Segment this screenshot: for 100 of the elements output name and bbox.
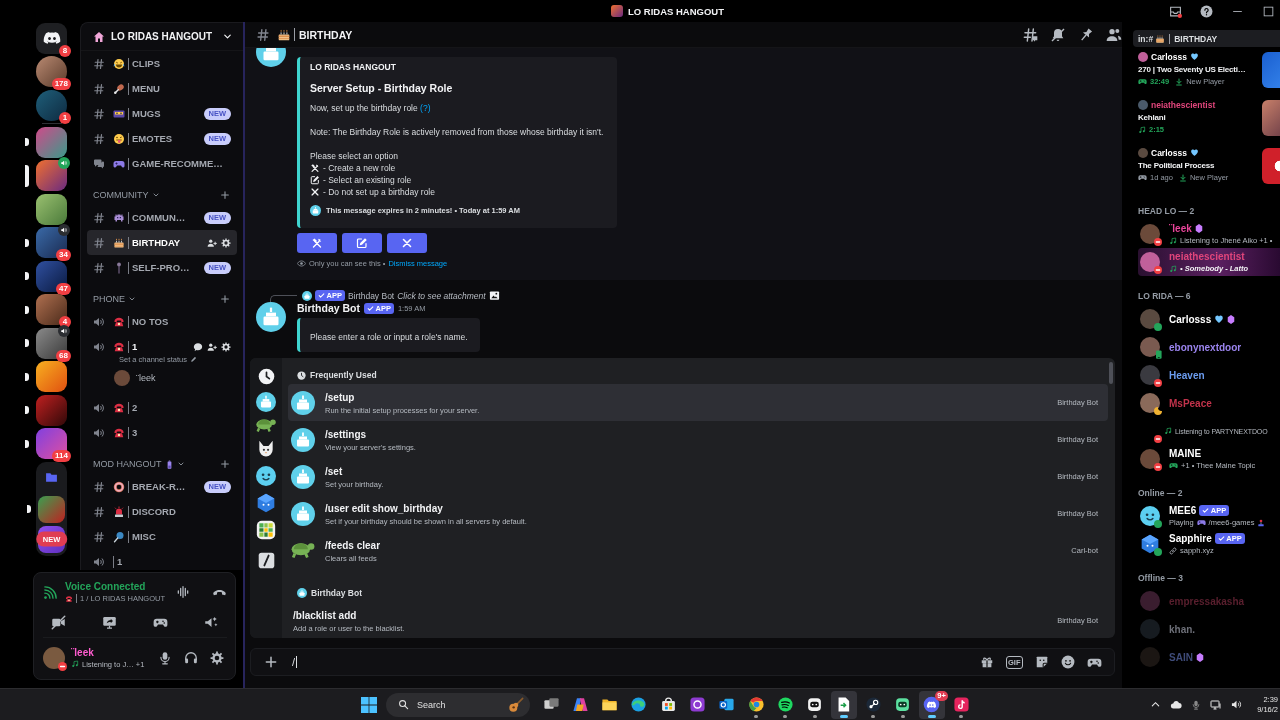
camera-off-icon[interactable] bbox=[51, 614, 66, 630]
channel-item[interactable]: CLIPS bbox=[87, 51, 237, 76]
add-channel-icon[interactable] bbox=[220, 459, 230, 469]
show-hidden-icons-icon[interactable] bbox=[1150, 699, 1162, 710]
settings-icon[interactable] bbox=[221, 237, 231, 248]
invite-icon[interactable] bbox=[207, 237, 217, 248]
member-item[interactable]: ebonynextdoor bbox=[1138, 333, 1280, 361]
author-name[interactable]: Birthday Bot bbox=[297, 302, 360, 314]
channel-item[interactable]: NO TOS bbox=[87, 309, 237, 334]
volume-icon[interactable] bbox=[1231, 699, 1243, 710]
reply-text[interactable]: Click to see attachment bbox=[397, 290, 486, 301]
scrollbar-thumb[interactable] bbox=[1109, 362, 1113, 384]
attach-plus-icon[interactable] bbox=[264, 655, 278, 669]
voice-member[interactable]: ¨leek bbox=[87, 366, 237, 390]
cake-avatar-icon[interactable] bbox=[256, 392, 276, 412]
network-icon[interactable] bbox=[1210, 698, 1223, 711]
channel-item[interactable]: GAME-RECOMME… bbox=[87, 151, 237, 176]
search-field[interactable]: in:# BIRTHDAY bbox=[1133, 30, 1280, 47]
mute-bell-icon[interactable] bbox=[1050, 26, 1066, 43]
settings-icon[interactable] bbox=[221, 341, 231, 352]
avatar[interactable] bbox=[36, 56, 67, 87]
channel-item[interactable]: 3 bbox=[87, 420, 237, 445]
member-name: neiathescientist bbox=[1169, 251, 1245, 262]
settings-icon[interactable] bbox=[210, 650, 224, 665]
cake-avatar-icon bbox=[291, 464, 315, 489]
laughing-face-icon bbox=[113, 57, 125, 70]
help-icon[interactable] bbox=[1200, 4, 1213, 18]
screen-share-icon[interactable] bbox=[102, 614, 117, 630]
chevron-down-icon bbox=[151, 191, 160, 199]
channel-item[interactable]: MENU bbox=[87, 76, 237, 101]
maximize-icon[interactable] bbox=[1262, 4, 1275, 18]
invite-icon[interactable] bbox=[207, 341, 217, 352]
category-header[interactable]: MOD HANGOUT bbox=[93, 459, 162, 469]
home-button[interactable] bbox=[36, 22, 67, 54]
avatar bbox=[1140, 393, 1160, 413]
member-name[interactable]: Carlosss bbox=[1151, 51, 1187, 62]
add-channel-icon[interactable] bbox=[220, 190, 230, 200]
channel-item[interactable]: MISC bbox=[87, 524, 237, 549]
tools-icon bbox=[310, 163, 320, 173]
folder-icon[interactable] bbox=[45, 470, 58, 484]
option-button[interactable] bbox=[297, 233, 337, 253]
cloud-icon[interactable] bbox=[1170, 698, 1183, 711]
channel-item[interactable]: BIRTHDAY bbox=[87, 230, 237, 255]
channel-item[interactable]: DISCORD bbox=[87, 499, 237, 524]
message-input[interactable]: / bbox=[292, 652, 980, 672]
avatar[interactable] bbox=[43, 646, 65, 669]
server-icon[interactable] bbox=[36, 260, 67, 292]
threads-icon[interactable] bbox=[1022, 26, 1038, 43]
add-channel-icon[interactable] bbox=[220, 294, 230, 304]
channel-item[interactable]: 2 bbox=[87, 395, 237, 420]
microphone-icon[interactable] bbox=[1191, 699, 1202, 710]
member-name: khan. bbox=[1169, 623, 1196, 635]
option-button[interactable] bbox=[387, 233, 427, 253]
option-button[interactable] bbox=[342, 233, 382, 253]
channel-item[interactable]: 1 bbox=[87, 549, 237, 570]
turtle-icon[interactable] bbox=[256, 419, 276, 432]
inbox-icon[interactable] bbox=[1169, 4, 1182, 18]
taskbar-search[interactable]: Search bbox=[386, 692, 530, 717]
member-item[interactable]: khan. bbox=[1138, 615, 1280, 643]
category-header[interactable]: PHONE bbox=[93, 294, 125, 304]
chat-bubble-icon[interactable] bbox=[193, 341, 203, 352]
embed-prompt: Please select an option bbox=[310, 150, 399, 162]
server-icon[interactable] bbox=[36, 160, 67, 191]
pin-icon[interactable] bbox=[1078, 26, 1094, 43]
start-icon[interactable] bbox=[361, 696, 377, 713]
server-icon bbox=[610, 5, 623, 17]
option-text: - Do not set up a birthday role bbox=[323, 186, 435, 198]
soundboard-icon[interactable] bbox=[204, 614, 219, 630]
clock-icon[interactable] bbox=[257, 368, 275, 385]
taskbar-button[interactable] bbox=[830, 690, 857, 719]
server-icon[interactable] bbox=[36, 428, 67, 459]
member-item[interactable]: Carlosss bbox=[1138, 305, 1280, 333]
emoji-icon[interactable] bbox=[1061, 655, 1075, 669]
server-icon[interactable] bbox=[36, 361, 67, 392]
member-name: ebonynextdoor bbox=[1169, 341, 1242, 353]
member-name[interactable]: Carlosss bbox=[1151, 147, 1187, 158]
fox-icon[interactable] bbox=[256, 439, 276, 459]
headphones-icon[interactable] bbox=[184, 650, 198, 665]
microphone-icon[interactable] bbox=[158, 650, 172, 665]
chevron-down-icon[interactable] bbox=[222, 31, 233, 42]
members-icon[interactable] bbox=[1106, 26, 1122, 43]
category-header[interactable]: COMMUNITY bbox=[93, 190, 149, 200]
sticker-icon[interactable] bbox=[1035, 655, 1049, 669]
grid-icon[interactable] bbox=[256, 520, 276, 540]
activity-title: 270 | Two Seventy US Electi… bbox=[1138, 64, 1247, 76]
server-name[interactable]: LO RIDAS HANGOUT bbox=[111, 31, 216, 42]
server-icon[interactable] bbox=[36, 193, 67, 225]
member-item[interactable]: Heaven bbox=[1138, 361, 1280, 389]
slash-icon[interactable] bbox=[257, 552, 275, 569]
hashtag-icon bbox=[93, 505, 105, 518]
text-cursor bbox=[296, 656, 298, 668]
help-link[interactable]: (?) bbox=[420, 103, 431, 113]
member-item[interactable]: MsPeace bbox=[1138, 389, 1280, 417]
gift-icon[interactable] bbox=[979, 655, 994, 669]
cube-icon[interactable] bbox=[256, 493, 276, 513]
member-name[interactable]: neiathescientist bbox=[1151, 99, 1216, 110]
reply-author[interactable]: Birthday Bot bbox=[347, 290, 395, 301]
smiley-avatar-icon[interactable] bbox=[256, 466, 276, 486]
noise-suppression-icon[interactable] bbox=[176, 585, 190, 599]
robot-app-icon bbox=[894, 696, 912, 713]
